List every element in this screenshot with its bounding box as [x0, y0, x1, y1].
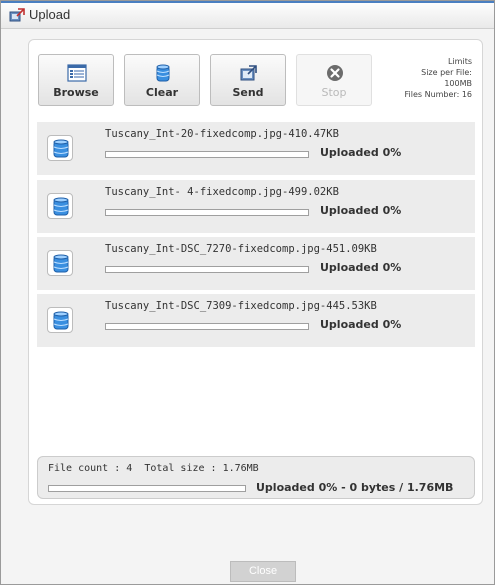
send-label: Send	[232, 86, 264, 99]
stop-label: Stop	[321, 86, 347, 99]
file-status: Uploaded 0%	[320, 318, 401, 331]
close-button[interactable]: Close	[230, 561, 296, 582]
file-progress-bar	[105, 266, 309, 273]
status-label: Uploaded	[320, 318, 379, 331]
status-percent: 0%	[382, 318, 402, 331]
status-percent: 0%	[382, 261, 402, 274]
upload-summary: File count : 4 Total size : 1.76MB Uploade…	[37, 456, 475, 499]
file-list-item[interactable]: Tuscany_Int- 4-fixedcomp.jpg-499.02KB Up…	[37, 180, 475, 233]
file-icon-button[interactable]	[47, 307, 73, 333]
limits-size-value: 100MB	[444, 79, 472, 88]
file-database-icon	[53, 254, 69, 273]
upload-app-icon	[9, 8, 25, 22]
window-title: Upload	[29, 7, 71, 22]
stop-icon	[327, 65, 343, 81]
file-progress-bar	[105, 151, 309, 158]
file-count-label: File count :	[48, 463, 121, 474]
limits-files-number: Files Number: 16	[404, 90, 472, 99]
file-name: Tuscany_Int- 4-fixedcomp.jpg-499.02KB	[105, 186, 339, 198]
clear-label: Clear	[145, 86, 179, 99]
stop-button[interactable]: Stop	[296, 54, 372, 106]
file-icon-button[interactable]	[47, 193, 73, 219]
file-status: Uploaded 0%	[320, 261, 401, 274]
limits-size-label: Size per File:	[421, 68, 472, 77]
clear-database-icon	[156, 64, 170, 82]
browse-list-icon	[67, 64, 87, 82]
upload-panel: Browse Clear Send Stop Limits Size per F…	[28, 39, 483, 505]
clear-button[interactable]: Clear	[124, 54, 200, 106]
file-database-icon	[53, 197, 69, 216]
file-name: Tuscany_Int-DSC_7309-fixedcomp.jpg-445.5…	[105, 300, 377, 312]
send-button[interactable]: Send	[210, 54, 286, 106]
total-size-value: 1.76MB	[222, 463, 259, 474]
file-name: Tuscany_Int-DSC_7270-fixedcomp.jpg-451.0…	[105, 243, 377, 255]
file-list-item[interactable]: Tuscany_Int-DSC_7270-fixedcomp.jpg-451.0…	[37, 237, 475, 290]
limits-info: Limits Size per File: 100MB Files Number…	[404, 56, 472, 100]
total-size-label: Total size :	[144, 463, 217, 474]
upload-window: Upload Browse Clear Send Stop Limits Siz…	[0, 0, 495, 585]
file-list-item[interactable]: Tuscany_Int-20-fixedcomp.jpg-410.47KB Up…	[37, 122, 475, 175]
file-status: Uploaded 0%	[320, 146, 401, 159]
file-list-item[interactable]: Tuscany_Int-DSC_7309-fixedcomp.jpg-445.5…	[37, 294, 475, 347]
send-icon	[240, 65, 257, 81]
status-label: Uploaded	[320, 146, 379, 159]
file-database-icon	[53, 139, 69, 158]
file-name: Tuscany_Int-20-fixedcomp.jpg-410.47KB	[105, 128, 339, 140]
limits-heading: Limits	[448, 57, 472, 66]
total-progress-bar	[48, 485, 246, 492]
file-progress-bar	[105, 323, 309, 330]
status-percent: 0%	[382, 204, 402, 217]
file-status: Uploaded 0%	[320, 204, 401, 217]
status-label: Uploaded	[320, 204, 379, 217]
file-icon-button[interactable]	[47, 250, 73, 276]
title-bar: Upload	[1, 1, 494, 29]
browse-button[interactable]: Browse	[38, 54, 114, 106]
status-label: Uploaded	[320, 261, 379, 274]
summary-counts: File count : 4 Total size : 1.76MB	[48, 463, 265, 474]
browse-label: Browse	[53, 86, 99, 99]
file-count-value: 4	[126, 463, 133, 474]
total-status: Uploaded 0% - 0 bytes / 1.76MB	[256, 481, 454, 494]
file-icon-button[interactable]	[47, 135, 73, 161]
file-database-icon	[53, 311, 69, 330]
title-accent-line	[1, 1, 494, 3]
status-percent: 0%	[382, 146, 402, 159]
file-progress-bar	[105, 209, 309, 216]
